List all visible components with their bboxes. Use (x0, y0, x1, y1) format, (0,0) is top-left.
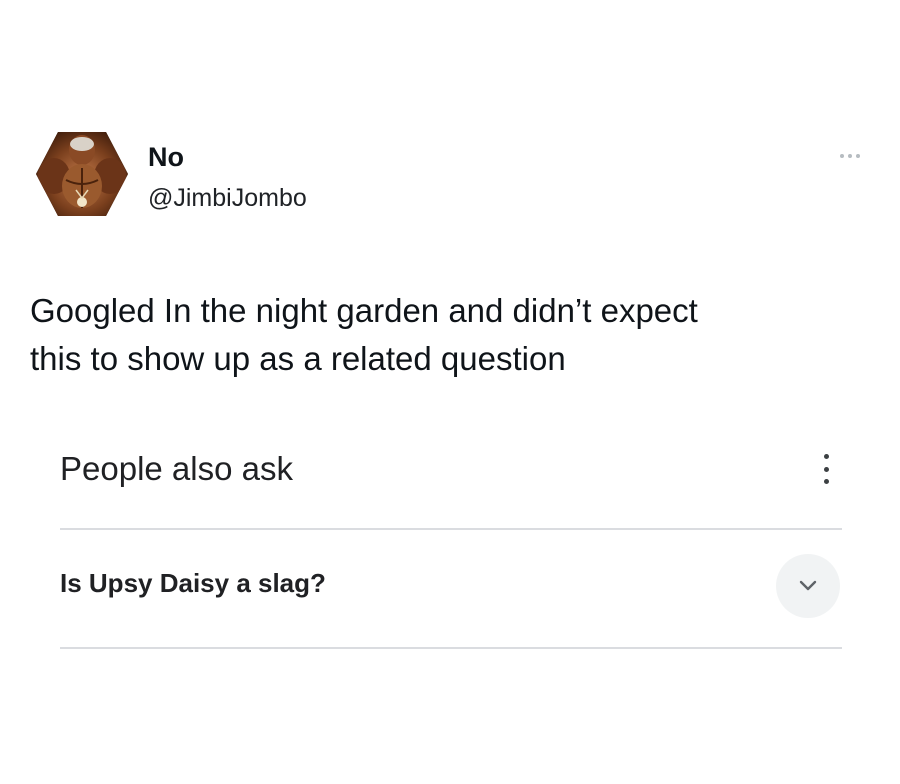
divider (60, 647, 842, 649)
more-vertical-icon[interactable] (816, 454, 836, 484)
user-handle[interactable]: @JimbiJombo (148, 184, 307, 213)
chevron-down-icon (799, 580, 817, 591)
tweet-header: No @JimbiJombo (30, 126, 870, 226)
bodybuilder-photo-avatar-icon (36, 132, 128, 216)
tweet-text: Googled In the night garden and didn’t e… (30, 287, 870, 383)
question-text: Is Upsy Daisy a slag? (60, 568, 326, 598)
tweet-text-line: Googled In the night garden and didn’t e… (30, 292, 698, 329)
avatar[interactable] (36, 128, 128, 220)
display-name[interactable]: No (148, 142, 184, 173)
people-also-ask-title: People also ask (60, 450, 293, 487)
tweet-text-line: this to show up as a related question (30, 340, 566, 377)
more-horizontal-icon[interactable] (830, 146, 870, 166)
expand-button[interactable] (776, 554, 840, 618)
people-also-ask-card: People also ask Is Upsy Daisy a slag? (60, 440, 842, 660)
question-row[interactable]: Is Upsy Daisy a slag? (60, 530, 842, 647)
